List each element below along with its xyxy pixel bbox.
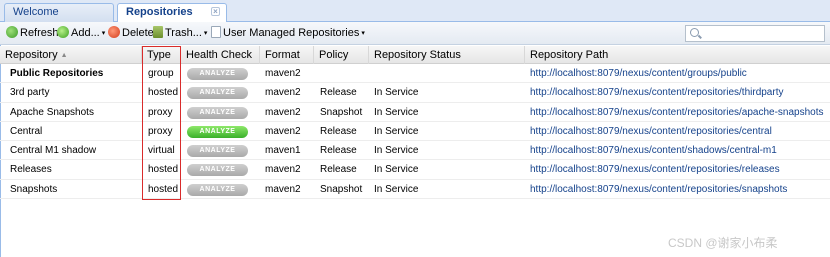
table-row[interactable]: 3rd party hosted ANALYZE maven2 Release … xyxy=(0,83,830,103)
repository-path-link[interactable]: http://localhost:8079/nexus/content/repo… xyxy=(525,122,830,141)
type-column-highlight xyxy=(142,46,181,200)
repository-path-link[interactable]: http://localhost:8079/nexus/content/repo… xyxy=(525,103,830,122)
refresh-icon xyxy=(6,26,18,38)
repository-format: maven2 xyxy=(265,164,301,176)
table-row[interactable]: Public Repositories group ANALYZE maven2… xyxy=(0,64,830,84)
repository-format: maven2 xyxy=(265,68,301,79)
analyze-button[interactable]: ANALYZE xyxy=(187,125,248,138)
repository-status: In Service xyxy=(374,164,419,176)
add-button[interactable]: Add... ▾ xyxy=(57,26,105,42)
repository-policy: Release xyxy=(320,164,357,176)
repository-name: 3rd party xyxy=(10,87,50,99)
repository-name: Releases xyxy=(10,164,52,176)
repository-path-link[interactable]: http://localhost:8079/nexus/content/grou… xyxy=(525,64,830,83)
repository-name: Public Repositories xyxy=(10,68,104,79)
repository-name: Apache Snapshots xyxy=(10,106,94,118)
analyze-button[interactable]: ANALYZE xyxy=(187,145,248,158)
repository-status xyxy=(369,64,525,83)
repository-policy: Release xyxy=(320,125,357,137)
user-managed-label: User Managed Repositories xyxy=(223,27,360,39)
analyze-button[interactable]: ANALYZE xyxy=(187,164,248,177)
column-header-format[interactable]: Format xyxy=(260,46,314,64)
column-header-label: Policy xyxy=(319,49,349,61)
repository-status: In Service xyxy=(374,145,419,157)
add-icon xyxy=(57,26,69,38)
chevron-down-icon: ▾ xyxy=(101,30,106,37)
delete-icon xyxy=(108,26,120,38)
table-row[interactable]: Central proxy ANALYZE maven2 Release In … xyxy=(0,122,830,142)
watermark: CSDN @谢家小布柔 xyxy=(668,236,778,250)
column-header-label: Format xyxy=(265,49,300,61)
trash-button[interactable]: Trash... ▾ xyxy=(153,26,207,42)
column-header-label: Health Check xyxy=(186,49,253,61)
repository-status: In Service xyxy=(374,106,419,118)
close-icon[interactable]: × xyxy=(211,7,220,16)
add-label: Add... xyxy=(71,27,100,39)
column-header-label: Repository xyxy=(5,49,58,61)
column-header-repository-path[interactable]: Repository Path xyxy=(525,46,830,64)
repository-path-link[interactable]: http://localhost:8079/nexus/content/repo… xyxy=(525,83,830,102)
repository-status: In Service xyxy=(374,125,419,137)
analyze-button[interactable]: ANALYZE xyxy=(187,183,248,196)
repository-format: maven1 xyxy=(265,145,301,157)
tab-repositories-label: Repositories xyxy=(126,6,193,18)
page-icon xyxy=(211,26,221,38)
column-header-repository-status[interactable]: Repository Status xyxy=(369,46,525,64)
repository-status: In Service xyxy=(374,183,419,195)
table-row[interactable]: Apache Snapshots proxy ANALYZE maven2 Sn… xyxy=(0,103,830,122)
tab-repositories[interactable]: Repositories × xyxy=(117,3,227,23)
sort-asc-icon: ▲ xyxy=(60,52,68,59)
repository-format: maven2 xyxy=(265,87,301,99)
repository-path-link[interactable]: http://localhost:8079/nexus/content/repo… xyxy=(525,160,830,179)
column-header-health-check[interactable]: Health Check xyxy=(181,46,260,64)
trash-icon xyxy=(153,26,163,38)
trash-label: Trash... xyxy=(165,27,202,39)
repository-status: In Service xyxy=(374,87,419,99)
repository-policy: Snapshot xyxy=(320,106,363,118)
column-header-label: Repository Path xyxy=(530,49,609,61)
refresh-button[interactable]: Refresh xyxy=(6,26,59,42)
column-header-repository[interactable]: Repository ▲ xyxy=(0,46,142,64)
chevron-down-icon: ▾ xyxy=(361,30,365,37)
repository-path-link[interactable]: http://localhost:8079/nexus/content/shad… xyxy=(525,141,830,160)
tab-welcome[interactable]: Welcome xyxy=(4,3,114,22)
tab-bar: Welcome Repositories × xyxy=(0,0,830,23)
table-row[interactable]: Central M1 shadow virtual ANALYZE maven1… xyxy=(0,141,830,161)
repository-format: maven2 xyxy=(265,106,301,118)
repository-policy: Release xyxy=(320,87,357,99)
tab-welcome-label: Welcome xyxy=(13,6,59,18)
repository-table: Public Repositories group ANALYZE maven2… xyxy=(0,64,830,200)
column-header-policy[interactable]: Policy xyxy=(314,46,369,64)
refresh-label: Refresh xyxy=(20,27,59,39)
user-managed-repositories-button[interactable]: User Managed Repositories ▾ xyxy=(211,26,365,42)
repository-path-link[interactable]: http://localhost:8079/nexus/content/repo… xyxy=(525,180,830,199)
grid-header: Repository ▲ Type Health Check Format Pol… xyxy=(0,46,830,64)
analyze-button[interactable]: ANALYZE xyxy=(187,106,248,119)
analyze-button[interactable]: ANALYZE xyxy=(187,68,248,80)
repository-format: maven2 xyxy=(265,183,301,195)
analyze-button[interactable]: ANALYZE xyxy=(187,87,248,100)
delete-label: Delete xyxy=(122,27,154,39)
delete-button[interactable]: Delete xyxy=(108,26,154,42)
repository-name: Central M1 shadow xyxy=(10,145,97,157)
repository-policy xyxy=(314,64,369,83)
search-icon xyxy=(690,28,699,37)
repository-policy: Snapshot xyxy=(320,183,363,195)
table-row[interactable]: Releases hosted ANALYZE maven2 Release I… xyxy=(0,160,830,180)
repository-name: Central xyxy=(10,125,43,137)
table-row[interactable]: Snapshots hosted ANALYZE maven2 Snapshot… xyxy=(0,180,830,200)
toolbar: Refresh Add... ▾ Delete Trash... ▾ User Ma… xyxy=(0,22,830,45)
repository-name: Snapshots xyxy=(10,183,58,195)
repository-policy: Release xyxy=(320,145,357,157)
chevron-down-icon: ▾ xyxy=(203,30,208,37)
repository-format: maven2 xyxy=(265,125,301,137)
search-input[interactable] xyxy=(685,25,825,42)
column-header-label: Repository Status xyxy=(374,49,461,61)
